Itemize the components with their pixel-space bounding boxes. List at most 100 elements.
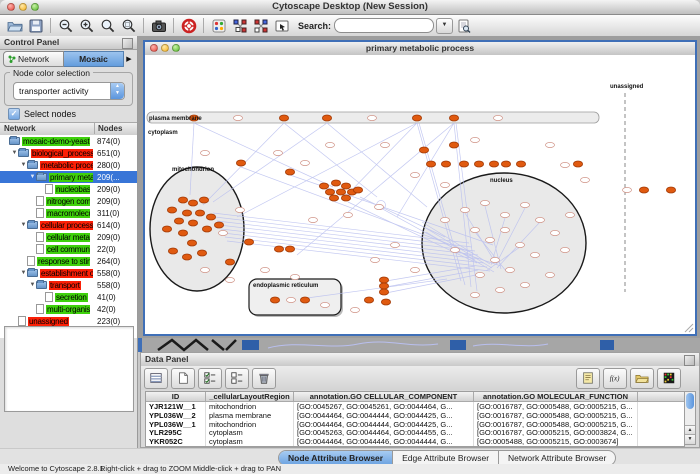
network-node-selected[interactable] [178,197,187,203]
network-node[interactable] [321,302,330,307]
unselect-attributes-icon[interactable] [225,368,249,389]
network-node-selected[interactable] [206,214,215,220]
network-node[interactable] [461,207,470,212]
network-node[interactable] [551,230,560,235]
tree-row[interactable]: ▼establishment of lo558(0) [0,267,137,279]
show-columns-icon[interactable] [144,368,168,389]
close-window-icon[interactable] [7,3,15,11]
tree-expand-icon[interactable]: ▼ [20,162,27,168]
network-node-selected[interactable] [174,218,183,224]
zoom-region-icon[interactable] [118,17,139,35]
tree-row[interactable]: response to stimulu264(0) [0,255,137,267]
select-nodes-checkbox[interactable]: ✓ [8,108,20,120]
network-node[interactable] [411,172,420,177]
network-node-selected[interactable] [162,226,171,232]
network-node[interactable] [531,252,540,257]
network-node-selected[interactable] [364,297,373,303]
float-panel-icon[interactable] [122,38,133,49]
network-node[interactable] [201,267,210,272]
network-node[interactable] [219,230,228,235]
network-node-selected[interactable] [178,230,187,236]
network-node-selected[interactable] [381,299,390,305]
network-node[interactable] [236,207,245,212]
network-node[interactable] [476,272,485,277]
network-node-selected[interactable] [379,283,388,289]
tree-expand-icon[interactable]: ▼ [29,282,36,288]
network-node-selected[interactable] [270,297,279,303]
network-node-selected[interactable] [188,220,197,226]
network-node[interactable] [381,142,390,147]
network-node[interactable] [391,242,400,247]
network-node[interactable] [501,227,510,232]
network-node[interactable] [494,115,503,120]
tree-row[interactable]: nucleobase-209(0) [0,183,137,195]
color-attribute-dropdown[interactable]: transporter activity ▲▼ [13,82,125,100]
network-node-selected[interactable] [379,277,388,283]
network-node-selected[interactable] [202,226,211,232]
search-input[interactable] [334,18,434,33]
network-node[interactable] [536,217,545,222]
network-node-selected[interactable] [319,183,328,189]
import-attributes-icon[interactable] [630,368,654,389]
network-node-selected[interactable] [516,161,525,167]
network-node-selected[interactable] [449,142,458,148]
network-node[interactable] [561,247,570,252]
network-node-selected[interactable] [329,195,338,201]
search-go-icon[interactable] [453,17,474,35]
network-node-selected[interactable] [573,161,582,167]
vizmapper-icon[interactable] [208,17,229,35]
network-node[interactable] [623,187,632,192]
search-go-button[interactable] [453,17,474,35]
network-node-selected[interactable] [322,115,331,121]
network-node-selected[interactable] [325,189,334,195]
network-node-selected[interactable] [419,147,428,153]
network-node[interactable] [486,237,495,242]
minimize-network-window-icon[interactable] [161,44,169,52]
network-node-selected[interactable] [182,254,191,260]
delete-attribute-icon[interactable] [252,368,276,389]
network-node[interactable] [581,177,590,182]
network-node[interactable] [351,307,360,312]
tab-overflow-arrow[interactable]: ▶ [124,55,134,63]
network-node-selected[interactable] [285,246,294,252]
network-window[interactable]: primary metabolic process plasma membran… [143,40,697,336]
network-node[interactable] [234,115,243,120]
tree-row[interactable]: ▼biological_process651(0) [0,147,137,159]
tree-row[interactable]: ▼primary metabo209(... [0,171,137,183]
network-node[interactable] [501,212,510,217]
tab-network[interactable]: Network [3,51,64,67]
network-node[interactable] [411,267,420,272]
network-node[interactable] [521,282,530,287]
network-node[interactable] [546,142,555,147]
network-node[interactable] [521,202,530,207]
zoom-window-icon[interactable] [31,3,39,11]
network-node-selected[interactable] [199,197,208,203]
float-panel-icon[interactable] [684,355,695,366]
network-node-selected[interactable] [279,115,288,121]
open-folder-icon[interactable] [4,17,25,35]
network-node[interactable] [371,257,380,262]
network-node[interactable] [226,277,235,282]
network-node-selected[interactable] [341,195,350,201]
network-node[interactable] [201,150,210,155]
formula-icon[interactable]: f(x) [603,368,627,389]
tree-row[interactable]: macromolecule311(0) [0,207,137,219]
network-node-selected[interactable] [353,187,362,193]
tree-row[interactable]: ▼transport558(0) [0,279,137,291]
network-node-selected[interactable] [168,248,177,254]
network-node[interactable] [326,142,335,147]
network-node-selected[interactable] [187,240,196,246]
tree-row[interactable]: cell communicat22(0) [0,243,137,255]
zoom-in-icon[interactable] [76,17,97,35]
network-node-selected[interactable] [666,187,675,193]
network-node[interactable] [274,150,283,155]
minimize-window-icon[interactable] [19,3,27,11]
column-header[interactable]: ID [146,392,206,401]
tab-node-attribute-browser[interactable]: Node Attribute Browser [279,451,393,465]
network-node-selected[interactable] [331,180,340,186]
network-node[interactable] [441,182,450,187]
tab-mosaic[interactable]: Mosaic [64,51,124,67]
tab-network-attribute-browser[interactable]: Network Attribute Browser [499,451,615,465]
network-node-selected[interactable] [449,115,458,121]
network-node-selected[interactable] [501,161,510,167]
